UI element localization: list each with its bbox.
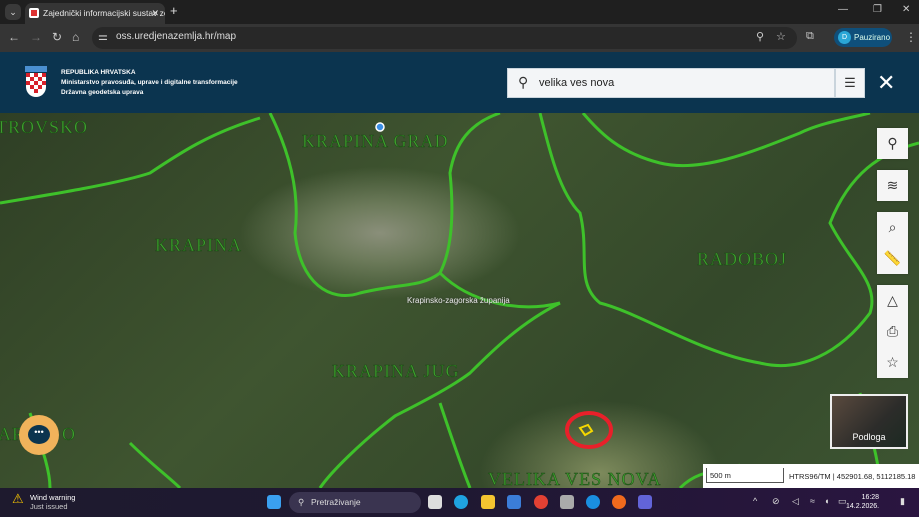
basemap-switcher[interactable]: Podloga [830, 394, 908, 449]
clock[interactable]: 16:28 14.2.2026. [846, 493, 879, 511]
skype-icon[interactable] [586, 495, 600, 509]
restore-button[interactable]: ❐ [873, 4, 882, 15]
back-button[interactable]: ← [8, 30, 20, 44]
warning-icon: ⚠ [12, 491, 24, 506]
bookmark-star-icon[interactable]: ☆ [776, 30, 786, 43]
tray-icon[interactable]: ◁ [792, 496, 799, 507]
scale-bar: 500 m [706, 468, 784, 483]
extensions-icon[interactable]: ⧉ [806, 30, 814, 43]
taskbar-search[interactable]: ⚲ Pretraživanje [289, 492, 421, 513]
organization-name: REPUBLIKA HRVATSKA Ministarstvo pravosuđ… [61, 68, 238, 98]
site-settings-icon[interactable]: ⚌ [98, 30, 108, 43]
croatian-coat-of-arms-logo [25, 66, 47, 97]
firefox-icon[interactable] [612, 495, 626, 509]
edge-icon[interactable] [454, 495, 468, 509]
mail-icon[interactable] [507, 495, 521, 509]
map-label: RADOBOJ [697, 249, 788, 270]
tab-title: Zajednički informacijski sustav ze [43, 8, 165, 18]
file-explorer-icon[interactable] [481, 495, 495, 509]
search-value: velika ves nova [539, 77, 615, 89]
address-bar-row: ← → ↻ ⌂ ⚌ oss.uredjenazemlja.hr/map ⚲ ☆ … [0, 24, 919, 52]
teams-icon[interactable] [638, 495, 652, 509]
map-label: KRAPINA GRAD [302, 131, 449, 152]
notification-icon[interactable]: ▮ [900, 496, 905, 507]
org-line: REPUBLIKA HRVATSKA [61, 69, 136, 76]
volume-icon[interactable]: ◖ [824, 496, 829, 506]
profile-label: Pauzirano [854, 33, 891, 42]
scale-and-coordinates: 500 m HTRS96/TM | 452901.68, 5112185.18 [703, 464, 919, 488]
chat-button[interactable]: ••• [19, 415, 59, 455]
close-search-button[interactable]: ✕ [877, 68, 895, 98]
org-line: Ministarstvo pravosuđa, uprave i digital… [61, 79, 238, 86]
search-input[interactable]: ⚲ velika ves nova [507, 68, 835, 98]
shapes-icon[interactable]: △ [877, 285, 908, 316]
map-label: KRAPINA JUG [332, 361, 460, 382]
site-favicon-icon [29, 8, 39, 18]
chrome-icon[interactable] [534, 495, 548, 509]
app-header: REPUBLIKA HRVATSKA Ministarstvo pravosuđ… [0, 52, 919, 113]
coordinate-readout: HTRS96/TM | 452901.68, 5112185.18 [789, 472, 916, 481]
layers-icon[interactable]: ≋ [877, 170, 908, 201]
map-label: O [62, 424, 76, 445]
search-location-icon[interactable]: ⌕ [877, 212, 908, 243]
toolbar-group: ≋ [877, 170, 908, 201]
app-icon[interactable] [560, 495, 574, 509]
toolbar-group: ⚲ [877, 128, 908, 159]
search-filter-button[interactable]: ☰ [835, 68, 865, 98]
star-icon[interactable]: ☆ [877, 347, 908, 378]
toolbar-group: △ ⎙ ☆ [877, 285, 908, 378]
basemap-label: Podloga [852, 432, 886, 442]
reload-button[interactable]: ↻ [52, 30, 62, 44]
date: 14.2.2026. [846, 503, 880, 510]
map-label: TROVSKO [0, 117, 89, 138]
close-tab-icon[interactable]: ✕ [151, 3, 159, 24]
weather-widget[interactable]: ⚠ Wind warning Just issued [12, 491, 76, 511]
home-button[interactable]: ⌂ [72, 30, 79, 44]
tab-search-button[interactable]: ⌄ [5, 4, 21, 20]
new-tab-button[interactable]: + [170, 3, 178, 18]
time: 16:28 [861, 494, 880, 501]
task-view-icon[interactable] [428, 495, 442, 509]
url-text: oss.uredjenazemlja.hr/map [116, 31, 237, 42]
close-window-button[interactable]: ✕ [902, 4, 910, 15]
tab-strip: ⌄ Zajednički informacijski sustav ze ✕ +… [0, 0, 919, 24]
search-icon: ⚲ [298, 497, 305, 507]
wifi-icon[interactable]: ≈ [810, 496, 815, 506]
print-icon[interactable]: ⎙ [877, 316, 908, 347]
weather-title: Wind warning [30, 493, 76, 502]
menu-icon[interactable]: ⋮ [905, 30, 917, 44]
minimize-button[interactable]: — [838, 4, 848, 15]
toolbar-group: ⌕ 📏 [877, 212, 908, 274]
tray-overflow-icon[interactable]: ^ [753, 496, 757, 506]
location-icon[interactable]: ⚲ [756, 30, 764, 43]
search-icon: ⚲ [518, 74, 529, 90]
org-line: Državna geodetska uprava [61, 89, 144, 96]
tray-icon[interactable]: ⊘ [772, 496, 780, 507]
profile-button[interactable]: D Pauzirano [834, 28, 892, 47]
forward-button[interactable]: → [30, 30, 42, 44]
map-label: KRAPINA [155, 235, 243, 256]
location-pin-icon[interactable]: ⚲ [877, 128, 908, 159]
omnibox[interactable]: ⚌ oss.uredjenazemlja.hr/map ⚲ ☆ [92, 27, 797, 49]
browser-tab[interactable]: Zajednički informacijski sustav ze ✕ [25, 3, 165, 24]
taskbar: ⚠ Wind warning Just issued ⚲ Pretraživanj… [0, 488, 919, 517]
county-label: Krapinsko-zagorska županija [407, 296, 510, 305]
ruler-icon[interactable]: 📏 [877, 243, 908, 274]
windows-start-icon[interactable] [267, 495, 281, 509]
chat-icon: ••• [28, 425, 50, 444]
avatar: D [838, 31, 851, 44]
weather-subtitle: Just issued [30, 502, 68, 511]
map-canvas[interactable]: TROVSKO KRAPINA GRAD KRAPINA RADOBOJ KRA… [0, 113, 919, 488]
search-placeholder: Pretraživanje [311, 497, 361, 507]
map-label: VELIKA VES NOVA [488, 469, 662, 488]
